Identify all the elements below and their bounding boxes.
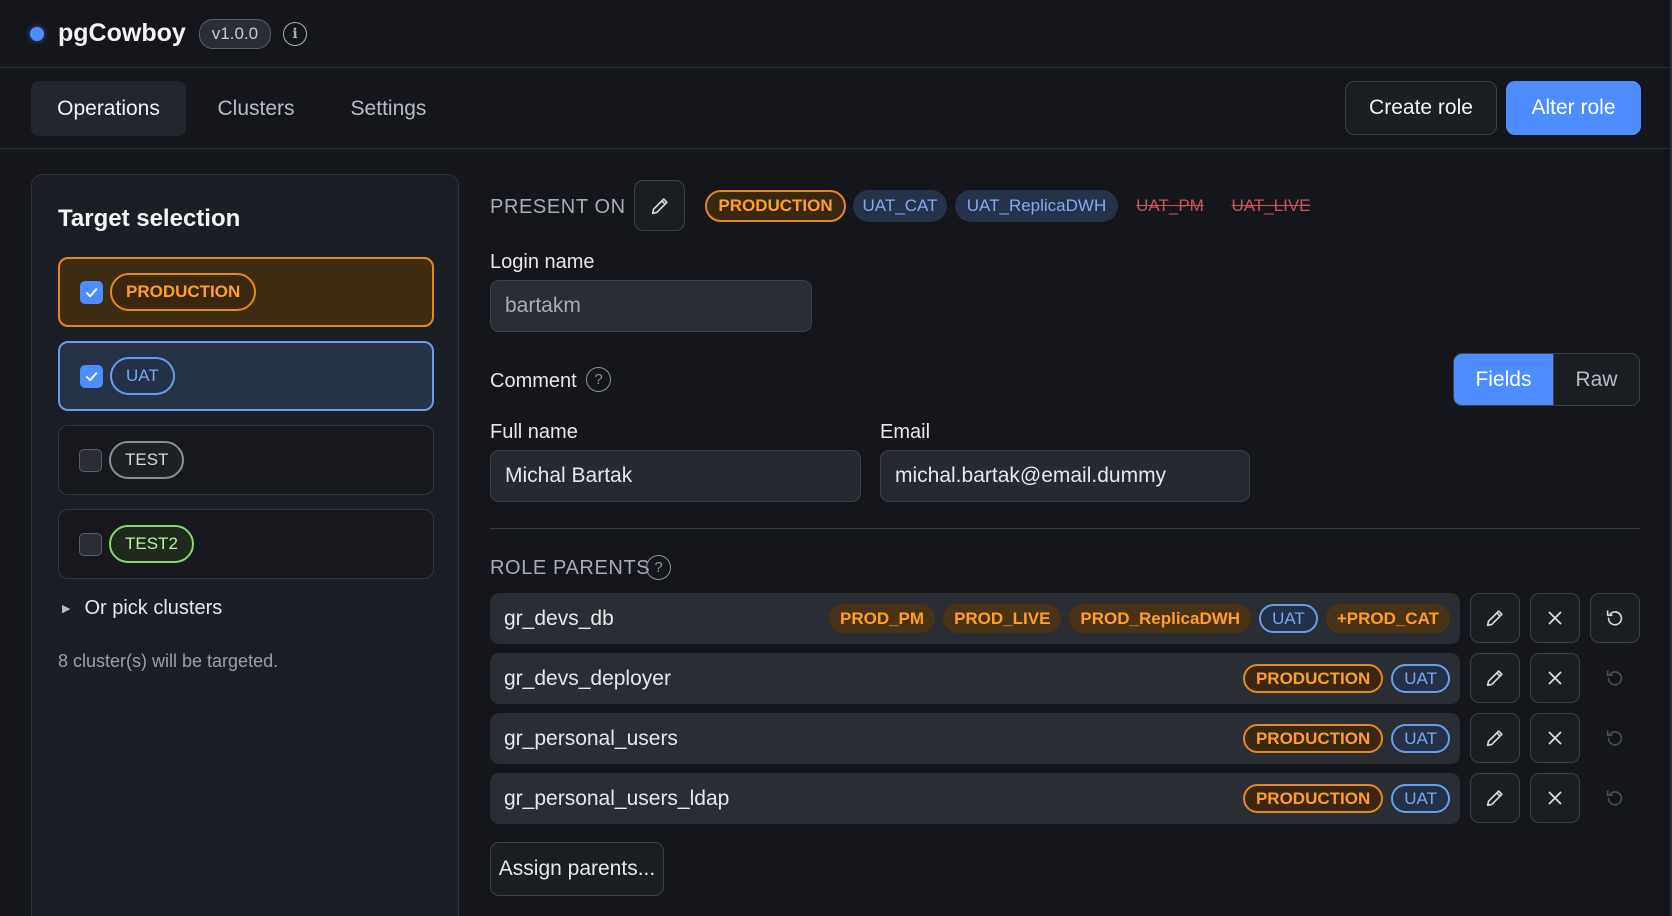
target-production[interactable]: PRODUCTION (58, 257, 434, 327)
undo-icon (1606, 610, 1623, 626)
target-label: TEST2 (109, 525, 194, 563)
pick-clusters-label: Or pick clusters (84, 597, 223, 619)
parent-tag: PROD_PM (828, 604, 936, 633)
parent-row: gr_devs_deployer PRODUCTION UAT (490, 653, 1460, 704)
parent-row: gr_devs_db PROD_PM PROD_LIVE PROD_Replic… (490, 593, 1460, 644)
parent-tag: UAT (1259, 604, 1318, 633)
edit-present-on-button[interactable] (634, 180, 685, 231)
remove-parent-button[interactable] (1530, 713, 1580, 763)
pick-clusters-toggle[interactable]: ▶ Or pick clusters (62, 597, 222, 620)
role-parents-label: ROLE PARENTS (490, 557, 651, 579)
mode-raw-button[interactable]: Raw (1552, 354, 1639, 405)
status-dot-icon (30, 26, 44, 41)
parent-tag: UAT (1391, 724, 1450, 753)
pencil-icon (651, 197, 668, 214)
parent-name: gr_personal_users (504, 726, 678, 750)
parent-row: gr_personal_users_ldap PRODUCTION UAT (490, 773, 1460, 824)
target-uat[interactable]: UAT (58, 341, 434, 411)
checkbox-test2[interactable] (79, 532, 102, 556)
version-badge: v1.0.0 (198, 18, 272, 49)
revert-parent-button[interactable] (1590, 653, 1640, 703)
target-test[interactable]: TEST (58, 425, 434, 495)
alter-role-button[interactable]: Alter role (1506, 81, 1641, 135)
mode-fields-button[interactable]: Fields (1454, 354, 1553, 405)
close-icon (1548, 611, 1562, 625)
close-icon (1548, 731, 1562, 745)
parent-row: gr_personal_users PRODUCTION UAT (490, 713, 1460, 764)
parent-tag: UAT (1391, 664, 1450, 693)
checkbox-production[interactable] (80, 280, 103, 304)
info-icon[interactable]: i (283, 21, 308, 46)
present-tag-uat-replicadwh: UAT_ReplicaDWH (955, 190, 1118, 222)
divider (490, 528, 1640, 529)
check-icon (85, 287, 98, 297)
undo-icon (1606, 790, 1623, 806)
undo-icon (1606, 730, 1623, 746)
help-icon[interactable]: ? (586, 367, 611, 392)
tab-settings[interactable]: Settings (336, 81, 441, 136)
app-title: pgCowboy (58, 19, 186, 47)
edit-parent-button[interactable] (1470, 593, 1520, 643)
parent-name: gr_devs_deployer (504, 666, 671, 690)
check-icon (85, 371, 98, 381)
edit-parent-button[interactable] (1470, 713, 1520, 763)
pencil-icon (1486, 670, 1503, 687)
help-icon[interactable]: ? (646, 555, 671, 580)
remove-parent-button[interactable] (1530, 593, 1580, 643)
panel-title: Target selection (58, 205, 241, 232)
remove-parent-button[interactable] (1530, 653, 1580, 703)
target-label: UAT (110, 357, 175, 395)
create-role-button[interactable]: Create role (1345, 81, 1497, 135)
triangle-right-icon: ▶ (62, 603, 71, 615)
present-tag-uat-live: UAT_LIVE (1231, 196, 1311, 215)
revert-parent-button[interactable] (1590, 773, 1640, 823)
nav-bar: Operations Clusters Settings Create role… (0, 69, 1672, 149)
tab-clusters[interactable]: Clusters (200, 81, 312, 136)
present-tag-uat-pm: UAT_PM (1136, 196, 1204, 215)
revert-parent-button[interactable] (1590, 593, 1640, 643)
target-selection-panel: Target selection PRODUCTION UAT TEST TES… (31, 174, 459, 916)
login-name-input[interactable]: bartakm (490, 280, 812, 332)
present-tag-uat-cat: UAT_CAT (853, 190, 947, 222)
parent-tag: PRODUCTION (1242, 664, 1384, 693)
checkbox-uat[interactable] (80, 364, 103, 388)
edit-parent-button[interactable] (1470, 773, 1520, 823)
email-input[interactable]: michal.bartak@email.dummy (880, 450, 1250, 502)
present-tag-production: PRODUCTION (705, 190, 846, 222)
email-label: Email (880, 421, 931, 443)
full-name-label: Full name (490, 421, 578, 443)
comment-mode-toggle: Fields Raw (1453, 353, 1640, 406)
target-test2[interactable]: TEST2 (58, 509, 434, 579)
pencil-icon (1486, 730, 1503, 747)
pencil-icon (1486, 790, 1503, 807)
parent-tag: +PROD_CAT (1325, 604, 1450, 633)
targeted-count: 8 cluster(s) will be targeted. (58, 651, 279, 671)
top-bar: pgCowboy v1.0.0 i (0, 0, 1672, 68)
close-icon (1548, 671, 1562, 685)
parent-tag: PROD_ReplicaDWH (1069, 604, 1252, 633)
parent-name: gr_personal_users_ldap (504, 786, 730, 810)
close-icon (1548, 791, 1562, 805)
parent-tag: PROD_LIVE (943, 604, 1062, 633)
full-name-input[interactable]: Michal Bartak (490, 450, 861, 502)
parent-tag: PRODUCTION (1242, 724, 1384, 753)
checkbox-test[interactable] (79, 448, 102, 472)
remove-parent-button[interactable] (1530, 773, 1580, 823)
assign-parents-button[interactable]: Assign parents... (490, 842, 664, 896)
parent-tag: UAT (1391, 784, 1450, 813)
comment-label: Comment (490, 370, 577, 392)
parent-name: gr_devs_db (504, 606, 614, 630)
pencil-icon (1486, 610, 1503, 627)
target-label: TEST (109, 441, 185, 479)
tab-operations[interactable]: Operations (31, 81, 186, 136)
parent-tag: PRODUCTION (1242, 784, 1384, 813)
undo-icon (1606, 670, 1623, 686)
edit-parent-button[interactable] (1470, 653, 1520, 703)
target-label: PRODUCTION (110, 273, 257, 311)
login-name-label: Login name (490, 251, 595, 273)
present-on-label: PRESENT ON (490, 196, 626, 218)
revert-parent-button[interactable] (1590, 713, 1640, 763)
